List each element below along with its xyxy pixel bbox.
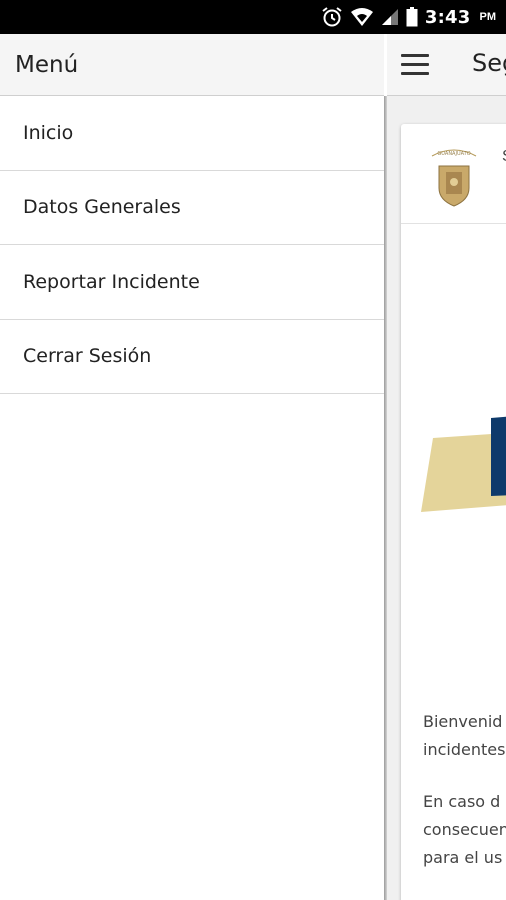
welcome-card: GUANAJUATO S Bienvenid incidentes En cas… [401,124,506,900]
welcome-line-2: incidentes [423,740,506,759]
status-ampm: PM [479,11,497,23]
card-header: GUANAJUATO S [401,124,506,224]
status-icons: 3:43 PM [321,6,496,28]
battery-icon [406,7,418,27]
main-content: GUANAJUATO S Bienvenid incidentes En cas… [387,96,506,900]
info-line-2: consecuen [423,820,506,839]
menu-item-reportar-incidente[interactable]: Reportar Incidente [0,245,384,320]
info-paragraph: En caso d consecuen para el us [423,788,506,872]
page-title: Seg [472,49,506,77]
app-toolbar: Seg [387,34,506,96]
info-line-1: En caso d [423,792,501,811]
menu-item-datos-generales[interactable]: Datos Generales [0,171,384,245]
hamburger-menu-icon[interactable] [401,54,431,76]
welcome-line-1: Bienvenid [423,712,503,731]
seal-text: GUANAJUATO [437,151,470,157]
drawer-title: Menú [15,51,79,78]
card-header-text: S [502,148,506,166]
menu-item-inicio[interactable]: Inicio [0,96,384,171]
signal-icon [381,9,398,25]
guanajuato-seal-logo: GUANAJUATO [431,149,477,207]
alarm-icon [322,7,342,27]
drawer-shadow [384,96,387,900]
brand-banner-graphic [421,416,506,512]
wifi-icon [350,8,373,26]
navigation-drawer: Menú Inicio Datos Generales Reportar Inc… [0,34,384,900]
menu-item-cerrar-sesion[interactable]: Cerrar Sesión [0,320,384,394]
info-line-3: para el us [423,848,503,867]
drawer-header: Menú [0,34,384,96]
status-time: 3:43 [424,6,471,28]
status-bar: 3:43 PM [0,0,506,34]
welcome-paragraph: Bienvenid incidentes [423,708,506,764]
